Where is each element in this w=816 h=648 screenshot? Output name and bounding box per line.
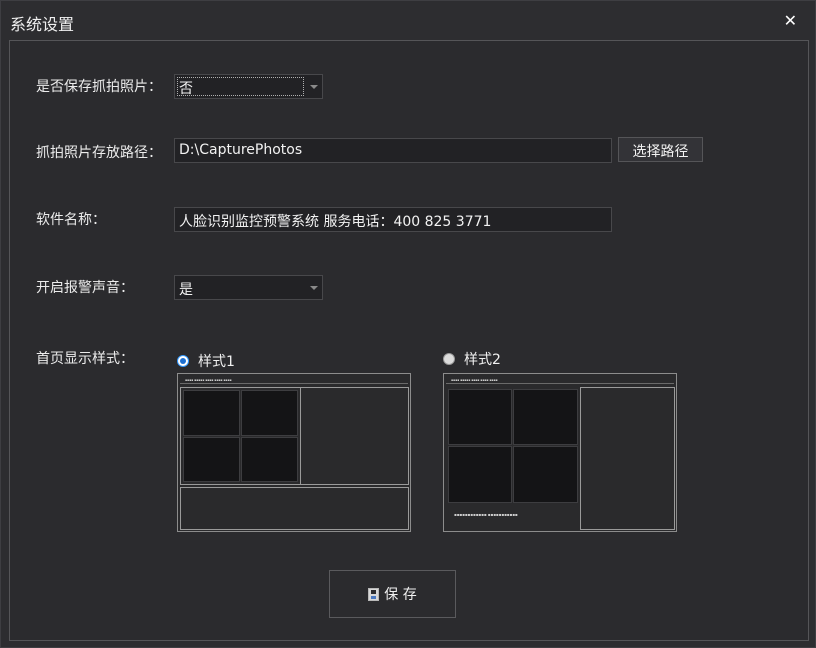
preview-menubar: ▪▪▪▪ ▪▪▪▪▪ ▪▪▪▪ ▪▪▪▪ ▪▪▪▪ xyxy=(446,376,674,384)
style1-preview-image[interactable]: ▪▪▪▪ ▪▪▪▪▪ ▪▪▪▪ ▪▪▪▪ ▪▪▪▪ xyxy=(177,373,411,532)
window-title: 系统设置 xyxy=(10,15,75,34)
preview-cell xyxy=(241,390,298,436)
software-name-input[interactable]: 人脸识别监控预警系统 服务电话：400 825 3771 xyxy=(174,207,612,232)
chevron-down-icon[interactable] xyxy=(310,85,318,89)
home-style-label: 首页显示样式： xyxy=(36,351,134,367)
focus-rect xyxy=(177,77,304,96)
settings-window: 系统设置 ✕ 是否保存抓拍照片： 否 抓拍照片存放路径： D:\CaptureP… xyxy=(0,0,816,648)
preview-menubar: ▪▪▪▪ ▪▪▪▪▪ ▪▪▪▪ ▪▪▪▪ ▪▪▪▪ xyxy=(180,376,408,384)
save-button-label: 保 存 xyxy=(384,587,417,603)
preview-cell xyxy=(183,437,240,482)
save-capture-value: 否 xyxy=(179,81,193,97)
preview-cell xyxy=(448,446,512,503)
style1-label: 样式1 xyxy=(198,354,235,370)
radio-checked-icon[interactable] xyxy=(177,355,189,367)
settings-panel xyxy=(9,40,809,641)
preview-menu-text: ▪▪▪▪ ▪▪▪▪▪ ▪▪▪▪ ▪▪▪▪ ▪▪▪▪ xyxy=(451,377,498,382)
preview-cell xyxy=(448,389,512,445)
floppy-disk-icon xyxy=(368,587,380,601)
preview-menu-text: ▪▪▪▪ ▪▪▪▪▪ ▪▪▪▪ ▪▪▪▪ ▪▪▪▪ xyxy=(185,377,232,382)
style2-label: 样式2 xyxy=(464,352,501,368)
preview-bottom-panel xyxy=(180,487,409,530)
preview-cell xyxy=(513,389,578,445)
style2-preview-image[interactable]: ▪▪▪▪ ▪▪▪▪▪ ▪▪▪▪ ▪▪▪▪ ▪▪▪▪ ▪▪▪▪▪▪▪▪▪▪▪▪ ▪… xyxy=(443,373,677,532)
title-bar: 系统设置 ✕ xyxy=(1,1,815,39)
chevron-down-icon[interactable] xyxy=(310,286,318,290)
capture-path-label: 抓拍照片存放路径： xyxy=(36,145,162,161)
preview-cell xyxy=(183,390,240,436)
preview-cell xyxy=(513,446,578,503)
preview-video-grid xyxy=(180,387,301,485)
preview-footer-text: ▪▪▪▪▪▪▪▪▪▪▪▪ ▪▪▪▪▪▪▪▪▪▪▪ xyxy=(454,512,518,517)
choose-path-button[interactable]: 选择路径 xyxy=(618,137,703,162)
close-icon[interactable]: ✕ xyxy=(784,11,797,30)
save-button[interactable]: 保 存 xyxy=(329,570,456,618)
preview-side-panel xyxy=(300,387,409,485)
alarm-sound-select[interactable]: 是 xyxy=(174,275,323,300)
software-name-label: 软件名称： xyxy=(36,212,106,228)
save-capture-label: 是否保存抓拍照片： xyxy=(36,79,162,95)
radio-unchecked-icon[interactable] xyxy=(443,353,455,365)
style2-radio[interactable]: 样式2 xyxy=(443,349,501,369)
preview-side-panel xyxy=(580,387,675,530)
preview-cell xyxy=(241,437,298,482)
alarm-sound-label: 开启报警声音： xyxy=(36,280,134,296)
save-capture-select[interactable]: 否 xyxy=(174,74,323,99)
style1-radio[interactable]: 样式1 xyxy=(177,351,235,371)
capture-path-input[interactable]: D:\CapturePhotos xyxy=(174,138,612,163)
preview-video-grid xyxy=(446,387,579,505)
alarm-sound-value: 是 xyxy=(179,282,193,298)
